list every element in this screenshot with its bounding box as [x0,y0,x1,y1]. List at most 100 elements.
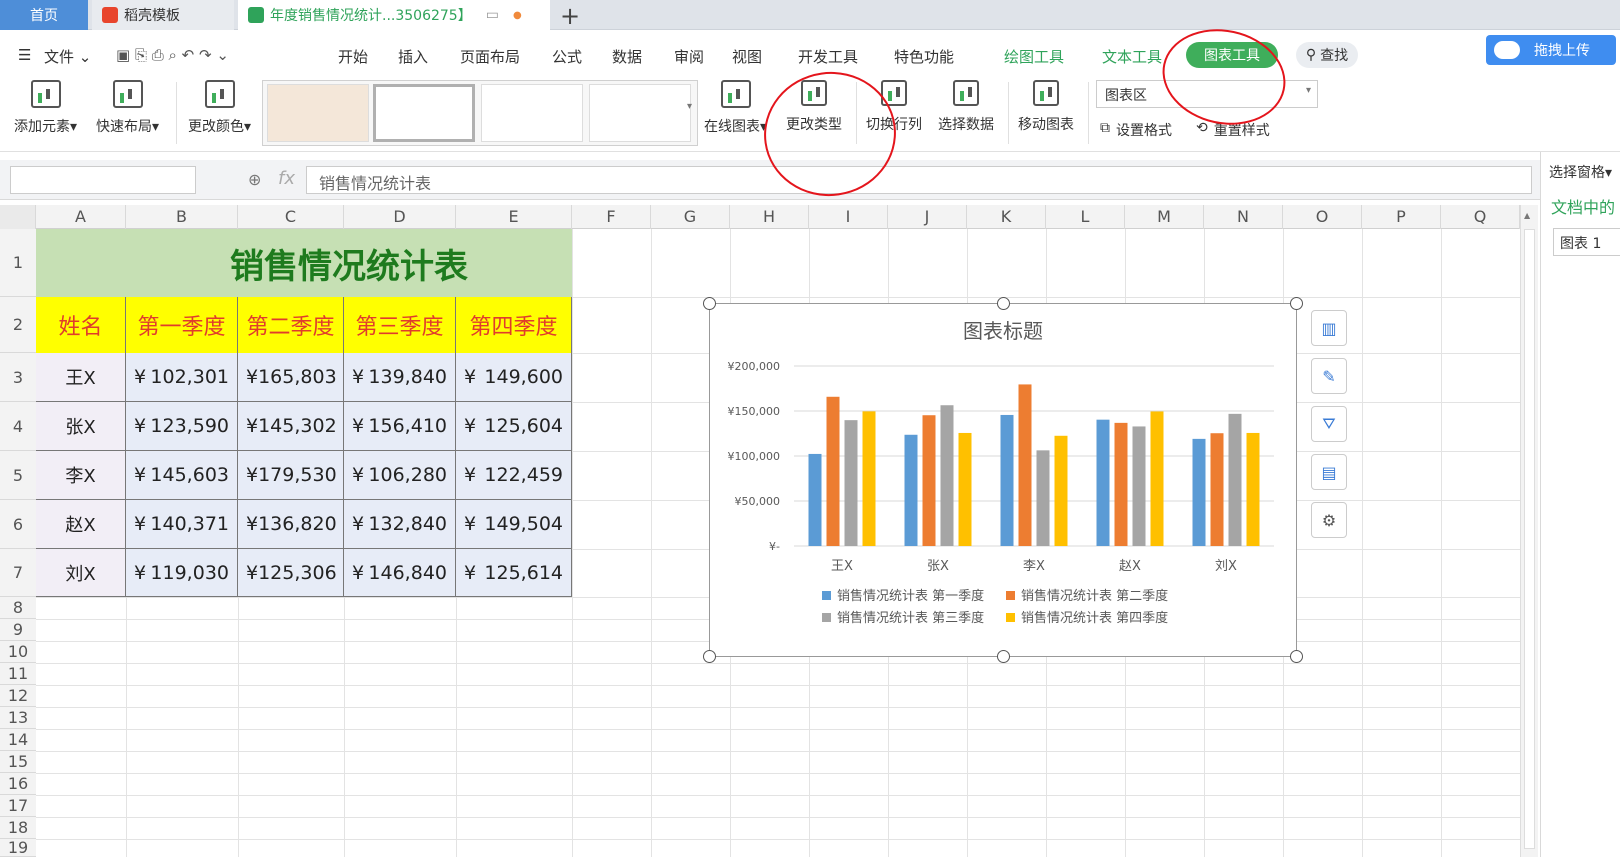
tab-home[interactable]: 首页 [0,0,88,30]
value-cell[interactable]: ¥106,280 [344,451,456,500]
resize-handle[interactable] [997,297,1010,310]
quick-layout-button[interactable]: 快速布局▾ [96,80,159,136]
value-cell[interactable]: ¥156,410 [344,402,456,451]
tab-start[interactable]: 开始 [338,46,368,67]
formula-input[interactable]: 销售情况统计表 [306,166,1532,194]
online-chart-button[interactable]: 在线图表▾ [704,80,767,136]
sheet-title-cell[interactable]: 销售情况统计表 [126,229,572,297]
name-cell[interactable]: 王X [36,353,126,402]
quick-access-icons[interactable]: ▣ ⎘ ⎙ ⌕ ↶ ↷ ⌄ [116,46,229,64]
resize-handle[interactable] [1290,297,1303,310]
vertical-scrollbar[interactable]: ▲ [1520,205,1538,857]
value-cell[interactable]: ¥165,803 [238,353,344,402]
selection-item-chart[interactable]: 图表 1 [1553,228,1620,256]
row-header[interactable]: 10 [0,641,36,663]
value-cell[interactable]: ¥132,840 [344,500,456,549]
value-cell[interactable]: ¥145,603 [126,451,238,500]
value-cell[interactable]: ¥149,504 [456,500,572,549]
column-header[interactable]: F [572,205,651,229]
row-header[interactable]: 9 [0,619,36,641]
monitor-icon[interactable]: ▭ [486,7,499,23]
row-header[interactable]: 4 [0,402,36,451]
scroll-up-icon[interactable]: ▲ [1524,211,1530,220]
tab-text-tools[interactable]: 文本工具 [1102,46,1162,67]
header-cell-q1[interactable]: 第一季度 [126,297,238,353]
tab-formulas[interactable]: 公式 [552,46,582,67]
resize-handle[interactable] [997,650,1010,663]
name-cell[interactable]: 刘X [36,549,126,597]
column-header[interactable]: B [126,205,238,229]
change-color-button[interactable]: 更改颜色▾ [188,80,251,136]
chart-style-1[interactable] [267,84,369,142]
select-data-button[interactable]: 选择数据 [938,80,994,134]
column-header[interactable]: H [730,205,809,229]
value-cell[interactable]: ¥125,604 [456,402,572,451]
tab-view[interactable]: 视图 [732,46,762,67]
row-header[interactable]: 19 [0,839,36,857]
row-header[interactable]: 8 [0,597,36,619]
column-header[interactable]: E [456,205,572,229]
column-header[interactable]: I [809,205,888,229]
name-cell[interactable]: 张X [36,402,126,451]
value-cell[interactable]: ¥136,820 [238,500,344,549]
row-header[interactable]: 7 [0,549,36,597]
scrollbar-thumb[interactable] [1524,229,1535,849]
menu-icon[interactable]: ☰ [18,46,31,64]
column-header[interactable]: G [651,205,730,229]
row-header[interactable]: 5 [0,451,36,500]
chart-elements-button[interactable]: ▥ [1311,310,1347,346]
tab-page-layout[interactable]: 页面布局 [460,46,520,67]
chart-style-4[interactable] [589,84,691,142]
name-cell[interactable]: 李X [36,451,126,500]
tab-document[interactable]: 年度销售情况统计...3506275】 ▭ ● [238,0,550,30]
column-header[interactable]: O [1283,205,1362,229]
row-header[interactable]: 6 [0,500,36,549]
header-cell-q4[interactable]: 第四季度 [456,297,572,353]
tab-special-features[interactable]: 特色功能 [894,46,954,67]
row-header[interactable]: 3 [0,353,36,402]
column-header[interactable]: A [36,205,126,229]
zoom-icon[interactable]: ⊕ [248,170,261,189]
column-header[interactable]: P [1362,205,1441,229]
tab-data[interactable]: 数据 [612,46,642,67]
header-cell-q3[interactable]: 第三季度 [344,297,456,353]
search-button[interactable]: ⚲ 查找 [1296,42,1358,68]
value-cell[interactable]: ¥125,306 [238,549,344,597]
fx-icon[interactable]: fx [278,168,295,189]
resize-handle[interactable] [703,650,716,663]
select-all-corner[interactable] [0,205,36,229]
chart-style-button[interactable]: ✎ [1311,358,1347,394]
column-header[interactable]: M [1125,205,1204,229]
chart-settings-button[interactable]: ⚙ [1311,502,1347,538]
value-cell[interactable]: ¥139,840 [344,353,456,402]
cell-a1[interactable] [36,229,126,297]
row-header[interactable]: 16 [0,773,36,795]
tab-developer[interactable]: 开发工具 [798,46,858,67]
column-header[interactable]: L [1046,205,1125,229]
row-header[interactable]: 2 [0,297,36,353]
value-cell[interactable]: ¥140,371 [126,500,238,549]
value-cell[interactable]: ¥102,301 [126,353,238,402]
column-header[interactable]: Q [1441,205,1520,229]
tab-insert[interactable]: 插入 [398,46,428,67]
header-cell-name[interactable]: 姓名 [36,297,126,353]
row-header[interactable]: 14 [0,729,36,751]
row-header[interactable]: 17 [0,795,36,817]
chart-object[interactable]: 图表标题 ¥- ¥50,000 ¥100,000 ¥150,000 ¥200,000 王X 张… [709,303,1297,657]
row-header[interactable]: 18 [0,817,36,839]
value-cell[interactable]: ¥149,600 [456,353,572,402]
row-header[interactable]: 12 [0,685,36,707]
value-cell[interactable]: ¥125,614 [456,549,572,597]
name-cell[interactable]: 赵X [36,500,126,549]
online-chart-side-button[interactable]: ▤ [1311,454,1347,490]
chart-style-gallery[interactable]: ▾ [262,80,698,146]
tab-review[interactable]: 审阅 [674,46,704,67]
file-menu[interactable]: 文件 ⌄ [44,46,91,67]
chart-style-3[interactable] [481,84,583,142]
value-cell[interactable]: ¥146,840 [344,549,456,597]
value-cell[interactable]: ¥123,590 [126,402,238,451]
value-cell[interactable]: ¥145,302 [238,402,344,451]
column-header[interactable]: N [1204,205,1283,229]
column-header[interactable]: C [238,205,344,229]
selection-pane-title[interactable]: 选择窗格▾ [1549,162,1612,182]
